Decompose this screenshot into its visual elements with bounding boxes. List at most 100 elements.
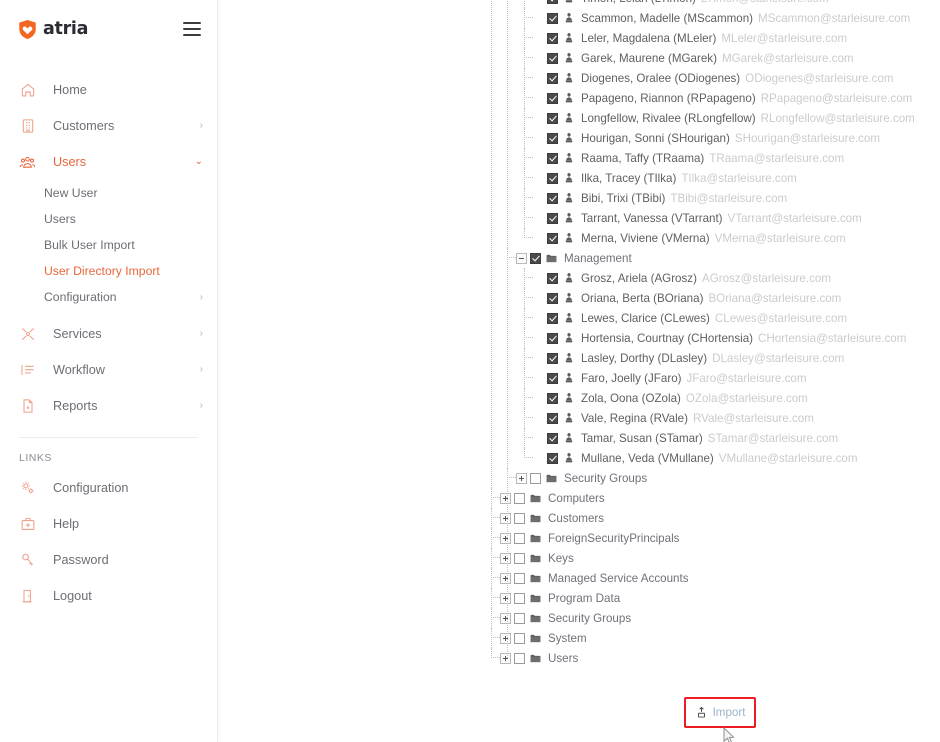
tree-row-checkbox[interactable] xyxy=(547,152,558,164)
tree-connector-line xyxy=(524,308,525,328)
tree-row-checkbox[interactable] xyxy=(547,412,558,424)
sidebar-item-services[interactable]: Services › xyxy=(0,316,217,352)
tree-row-checkbox[interactable] xyxy=(547,392,558,404)
tree-row-checkbox[interactable] xyxy=(547,112,558,124)
tree-folder-row[interactable]: Customers xyxy=(491,508,940,528)
tree-row-checkbox[interactable] xyxy=(547,452,558,464)
tree-row-checkbox[interactable] xyxy=(530,252,541,264)
tree-user-row[interactable]: Tamar, Susan (STamar) STamar@starleisure.… xyxy=(500,428,940,448)
sidebar-subitem-configuration[interactable]: Configuration › xyxy=(0,284,217,310)
tree-user-row[interactable]: Leler, Magdalena (MLeler) MLeler@starleis… xyxy=(500,28,940,48)
tree-user-row[interactable]: Vale, Regina (RVale) RVale@starleisure.co… xyxy=(500,408,940,428)
tree-row-checkbox[interactable] xyxy=(547,312,558,324)
tree-row-checkbox[interactable] xyxy=(514,552,525,564)
tree-user-row[interactable]: Mullane, Veda (VMullane) VMullane@starlei… xyxy=(500,448,940,468)
tree-row-checkbox[interactable] xyxy=(547,192,558,204)
sidebar-item-workflow[interactable]: Workflow › xyxy=(0,352,217,388)
tree-expand-toggle[interactable] xyxy=(500,592,511,604)
tree-expand-toggle[interactable] xyxy=(500,532,511,544)
sidebar-subitem-user-directory-import[interactable]: User Directory Import xyxy=(0,258,217,284)
tree-folder-row[interactable]: Management xyxy=(500,248,940,268)
tree-row-checkbox[interactable] xyxy=(547,172,558,184)
tree-expand-toggle[interactable] xyxy=(500,492,511,504)
sidebar-item-reports[interactable]: Reports › xyxy=(0,388,217,424)
brand-logo[interactable]: atria xyxy=(17,19,88,40)
tree-folder-row[interactable]: Program Data xyxy=(491,588,940,608)
tree-user-row[interactable]: Lewes, Clarice (CLewes) CLewes@starleisur… xyxy=(500,308,940,328)
tree-user-row[interactable]: Grosz, Ariela (AGrosz) AGrosz@starleisure… xyxy=(500,268,940,288)
tree-expand-toggle[interactable] xyxy=(500,572,511,584)
sidebar-link-logout[interactable]: Logout xyxy=(0,578,217,614)
tree-user-row[interactable]: Hortensia, Courtnay (CHortensia) CHortens… xyxy=(500,328,940,348)
sidebar-link-configuration[interactable]: Configuration xyxy=(0,470,217,506)
hamburger-icon[interactable] xyxy=(183,22,201,36)
tree-row-checkbox[interactable] xyxy=(514,512,525,524)
tree-collapse-toggle[interactable] xyxy=(516,252,527,264)
sidebar-item-users[interactable]: Users ⌄ xyxy=(0,144,217,180)
tree-row-checkbox[interactable] xyxy=(547,32,558,44)
tree-user-row[interactable]: Tarrant, Vanessa (VTarrant) VTarrant@star… xyxy=(500,208,940,228)
tree-row-checkbox[interactable] xyxy=(547,132,558,144)
tree-row-checkbox[interactable] xyxy=(547,292,558,304)
tree-row-checkbox[interactable] xyxy=(514,632,525,644)
tree-user-row[interactable]: Merna, Viviene (VMerna) VMerna@starleisur… xyxy=(500,228,940,248)
tree-row-checkbox[interactable] xyxy=(547,92,558,104)
tree-row-checkbox[interactable] xyxy=(547,72,558,84)
tree-connector-line xyxy=(524,208,533,218)
tree-user-row[interactable]: Garek, Maurene (MGarek) MGarek@starleisur… xyxy=(500,48,940,68)
tree-row-checkbox[interactable] xyxy=(547,232,558,244)
tree-user-row[interactable]: Bibi, Trixi (TBibi) TBibi@starleisure.com xyxy=(500,188,940,208)
tree-expand-toggle[interactable] xyxy=(516,472,527,484)
tree-user-row[interactable]: Zola, Oona (OZola) OZola@starleisure.com xyxy=(500,388,940,408)
tree-folder-row[interactable]: ForeignSecurityPrincipals xyxy=(491,528,940,548)
sidebar-item-home[interactable]: Home xyxy=(0,72,217,108)
sidebar-link-password[interactable]: Password xyxy=(0,542,217,578)
tree-user-row[interactable]: Papageno, Riannon (RPapageno) RPapageno@s… xyxy=(500,88,940,108)
tree-user-row[interactable]: Timon, Lelah (LTimon) LTimon@starleisure.… xyxy=(500,0,940,8)
tree-row-checkbox[interactable] xyxy=(547,52,558,64)
tree-folder-row[interactable]: Security Groups xyxy=(500,468,940,488)
tree-user-row[interactable]: Oriana, Berta (BOriana) BOriana@starleisu… xyxy=(500,288,940,308)
tree-row-checkbox[interactable] xyxy=(547,212,558,224)
tree-folder-row[interactable]: Managed Service Accounts xyxy=(491,568,940,588)
tree-row-checkbox[interactable] xyxy=(514,612,525,624)
tree-row-checkbox[interactable] xyxy=(547,0,558,4)
import-button[interactable]: Import xyxy=(688,701,752,724)
tree-expand-toggle[interactable] xyxy=(500,552,511,564)
tree-row-checkbox[interactable] xyxy=(514,652,525,664)
tree-row-checkbox[interactable] xyxy=(547,432,558,444)
sidebar-subitem-new-user[interactable]: New User xyxy=(0,180,217,206)
tree-row-checkbox[interactable] xyxy=(547,352,558,364)
tree-expand-toggle[interactable] xyxy=(500,612,511,624)
tree-row-checkbox[interactable] xyxy=(547,272,558,284)
tree-folder-row[interactable]: Computers xyxy=(491,488,940,508)
tree-user-row[interactable]: Diogenes, Oralee (ODiogenes) ODiogenes@st… xyxy=(500,68,940,88)
tree-row-checkbox[interactable] xyxy=(547,332,558,344)
tree-user-row[interactable]: Lasley, Dorthy (DLasley) DLasley@starleis… xyxy=(500,348,940,368)
sidebar-item-customers[interactable]: Customers › xyxy=(0,108,217,144)
tree-folder-row[interactable]: System xyxy=(491,628,940,648)
tree-expand-toggle[interactable] xyxy=(500,512,511,524)
tree-user-row[interactable]: Faro, Joelly (JFaro) JFaro@starleisure.co… xyxy=(500,368,940,388)
tree-folder-row[interactable]: Keys xyxy=(491,548,940,568)
tree-user-row[interactable]: Raama, Taffy (TRaama) TRaama@starleisure.… xyxy=(500,148,940,168)
tree-user-row[interactable]: Hourigan, Sonni (SHourigan) SHourigan@sta… xyxy=(500,128,940,148)
tree-row-checkbox[interactable] xyxy=(514,572,525,584)
tree-row-checkbox[interactable] xyxy=(547,12,558,24)
tree-folder-row[interactable]: Security Groups xyxy=(491,608,940,628)
sidebar-subitem-label: Configuration xyxy=(44,290,117,304)
sidebar-subitem-bulk-user-import[interactable]: Bulk User Import xyxy=(0,232,217,258)
tree-expand-toggle[interactable] xyxy=(500,652,511,664)
tree-row-checkbox[interactable] xyxy=(514,532,525,544)
tree-folder-row[interactable]: Users xyxy=(491,648,940,668)
tree-row-checkbox[interactable] xyxy=(547,372,558,384)
tree-user-row[interactable]: Scammon, Madelle (MScammon) MScammon@star… xyxy=(500,8,940,28)
tree-row-checkbox[interactable] xyxy=(514,492,525,504)
tree-expand-toggle[interactable] xyxy=(500,632,511,644)
sidebar-subitem-users[interactable]: Users xyxy=(0,206,217,232)
tree-row-checkbox[interactable] xyxy=(514,592,525,604)
sidebar-link-help[interactable]: Help xyxy=(0,506,217,542)
tree-row-checkbox[interactable] xyxy=(530,472,541,484)
tree-user-row[interactable]: Longfellow, Rivalee (RLongfellow) RLongfe… xyxy=(500,108,940,128)
tree-user-row[interactable]: Ilka, Tracey (TIlka) TIlka@starleisure.co… xyxy=(500,168,940,188)
